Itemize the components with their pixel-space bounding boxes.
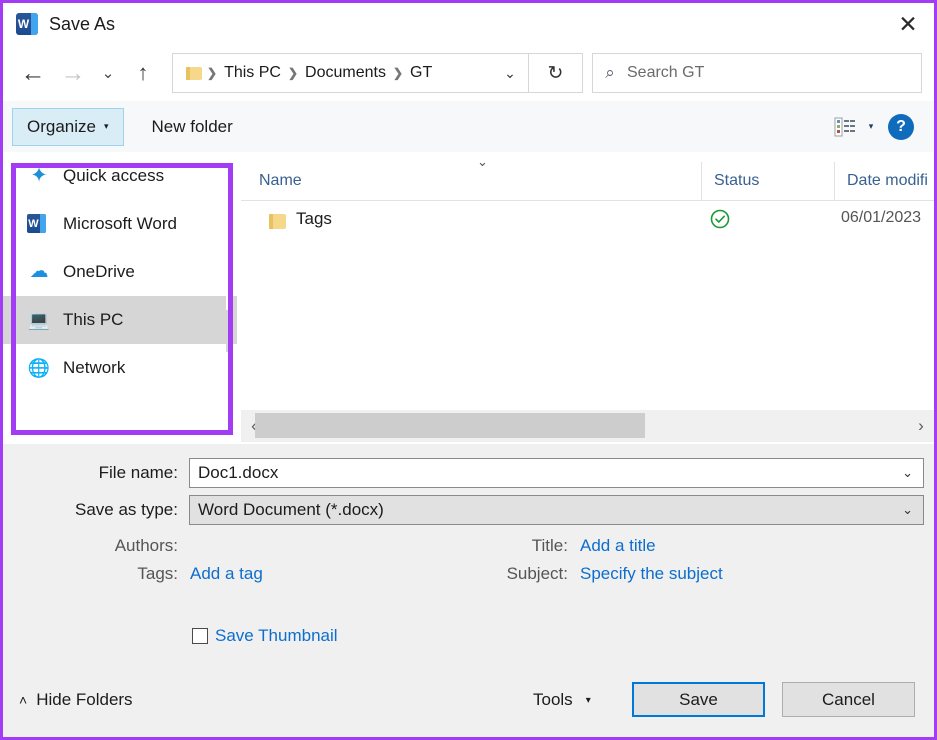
view-options-caret-icon[interactable]: ▾	[858, 121, 884, 132]
word-icon: W	[27, 212, 51, 236]
sidebar-item-label: Microsoft Word	[63, 214, 177, 233]
save-button[interactable]: Save	[632, 682, 765, 717]
search-icon: ⌕	[605, 63, 615, 82]
form-area: File name: Doc1.docx ⌄ Save as type: Wor…	[3, 444, 934, 737]
sidebar-item-network[interactable]: 🌐 Network	[3, 344, 237, 392]
nav-pane-scroll-thumb[interactable]	[226, 310, 231, 352]
folder-icon	[269, 214, 286, 229]
star-icon: ✦	[30, 164, 48, 187]
up-one-level-icon[interactable]: ↑	[123, 53, 163, 93]
window-title: Save As	[49, 13, 116, 34]
view-options-icon[interactable]	[832, 115, 858, 139]
title-label: Title:	[531, 536, 568, 555]
breadcrumb-gt[interactable]: GT	[406, 64, 436, 82]
folder-icon	[186, 66, 202, 80]
column-header-status[interactable]: Status	[701, 162, 759, 200]
chevron-down-icon: ▾	[103, 121, 109, 131]
title-row: Title: Add a title	[403, 536, 656, 556]
content-area: ✦ Quick access W Microsoft Word ☁ OneDri…	[3, 152, 934, 444]
file-name-cell: Tags	[296, 209, 332, 228]
refresh-icon[interactable]: ↻	[529, 53, 583, 93]
breadcrumb-documents[interactable]: Documents	[301, 64, 390, 82]
sidebar-item-quick-access[interactable]: ✦ Quick access	[3, 152, 237, 200]
tools-label: Tools	[533, 690, 573, 709]
status-available-offline-icon	[709, 208, 731, 230]
file-name-label: File name:	[98, 463, 178, 482]
file-name-input[interactable]: Doc1.docx ⌄	[189, 458, 924, 488]
save-thumbnail-row: Save Thumbnail	[192, 626, 338, 646]
save-thumbnail-checkbox[interactable]	[192, 628, 208, 644]
subject-row: Subject: Specify the subject	[403, 564, 723, 584]
file-name-row: File name: Doc1.docx ⌄	[3, 458, 937, 488]
date-modified-cell: 06/01/2023	[841, 209, 922, 226]
tags-label: Tags:	[137, 564, 178, 583]
sidebar-item-label: This PC	[63, 310, 124, 329]
save-as-dialog: W Save As ✕ ← → ⌄ ↑ ❯ This PC ❯ Document…	[0, 0, 937, 740]
organize-button[interactable]: Organize ▾	[12, 107, 124, 146]
hide-folders-button[interactable]: ˄ Hide Folders	[19, 690, 133, 710]
sidebar-item-label: OneDrive	[63, 262, 135, 281]
navigation-bar: ← → ⌄ ↑ ❯ This PC ❯ Documents ❯ GT ⌄ ↻ ⌕…	[3, 45, 934, 101]
sidebar-item-microsoft-word[interactable]: W Microsoft Word	[3, 200, 237, 248]
table-row[interactable]: Tags 06/01/2023	[241, 204, 934, 242]
hide-folders-label: Hide Folders	[36, 690, 133, 709]
new-folder-button[interactable]: New folder	[152, 117, 233, 137]
address-bar[interactable]: ❯ This PC ❯ Documents ❯ GT ⌄	[172, 53, 529, 93]
sidebar-item-label: Quick access	[63, 166, 165, 185]
scroll-thumb[interactable]	[255, 413, 645, 438]
scroll-right-icon[interactable]: ›	[908, 410, 934, 442]
breadcrumb-separator-2: ❯	[392, 66, 404, 80]
sidebar-item-label: Network	[63, 358, 126, 377]
add-a-title-link[interactable]: Add a title	[580, 536, 656, 556]
horizontal-scrollbar[interactable]: ‹ ›	[241, 409, 934, 442]
close-icon[interactable]: ✕	[882, 3, 934, 45]
word-app-icon: W	[16, 13, 38, 35]
sidebar-item-onedrive[interactable]: ☁ OneDrive	[3, 248, 237, 296]
chevron-up-icon: ˄	[19, 692, 28, 708]
title-bar: W Save As ✕	[3, 3, 934, 45]
network-icon: 🌐	[27, 358, 51, 378]
authors-row: Authors:	[3, 536, 190, 556]
back-icon[interactable]: ←	[13, 53, 53, 93]
search-input[interactable]: Search GT	[627, 64, 704, 82]
column-header-date-modified[interactable]: Date modifi	[834, 162, 928, 200]
add-a-tag-link[interactable]: Add a tag	[190, 564, 263, 584]
cloud-icon: ☁	[29, 261, 49, 282]
recent-locations-icon[interactable]: ⌄	[93, 53, 123, 93]
nav-pane-scrollbar[interactable]	[226, 152, 231, 444]
organize-label: Organize	[27, 116, 96, 136]
forward-icon[interactable]: →	[53, 53, 93, 93]
authors-label: Authors:	[114, 536, 178, 555]
cancel-button[interactable]: Cancel	[782, 682, 915, 717]
chevron-down-icon[interactable]: ⌄	[902, 465, 913, 481]
tags-row: Tags: Add a tag	[3, 564, 263, 584]
save-as-type-row: Save as type: Word Document (*.docx) ⌄	[3, 495, 937, 525]
column-header-row: Name Status Date modifi	[241, 162, 934, 201]
sidebar-item-this-pc[interactable]: 💻 This PC	[3, 296, 237, 344]
save-as-type-select[interactable]: Word Document (*.docx) ⌄	[189, 495, 924, 525]
chevron-down-icon[interactable]: ⌄	[902, 502, 913, 518]
save-as-type-label: Save as type:	[74, 500, 178, 519]
breadcrumb-separator-1: ❯	[287, 66, 299, 80]
file-list-pane: ⌄ Name Status Date modifi Tags 06/01/202…	[241, 152, 934, 444]
file-name-value: Doc1.docx	[198, 463, 279, 482]
breadcrumb-this-pc[interactable]: This PC	[220, 64, 285, 82]
search-box[interactable]: ⌕ Search GT	[592, 53, 922, 93]
subject-label: Subject:	[506, 564, 568, 583]
column-header-name[interactable]: Name	[259, 162, 302, 200]
save-as-type-value: Word Document (*.docx)	[198, 500, 384, 519]
breadcrumb-separator-0: ❯	[207, 66, 218, 80]
specify-the-subject-link[interactable]: Specify the subject	[580, 564, 723, 584]
command-bar: Organize ▾ New folder ▾ ?	[3, 101, 934, 152]
computer-icon: 💻	[27, 310, 51, 330]
save-thumbnail-label[interactable]: Save Thumbnail	[215, 626, 338, 646]
chevron-down-icon[interactable]: ⌄	[492, 54, 528, 92]
chevron-down-icon: ▾	[585, 694, 591, 706]
help-button[interactable]: ?	[888, 113, 914, 140]
navigation-pane: ✦ Quick access W Microsoft Word ☁ OneDri…	[3, 152, 237, 444]
tools-button[interactable]: Tools ▾	[533, 690, 591, 710]
